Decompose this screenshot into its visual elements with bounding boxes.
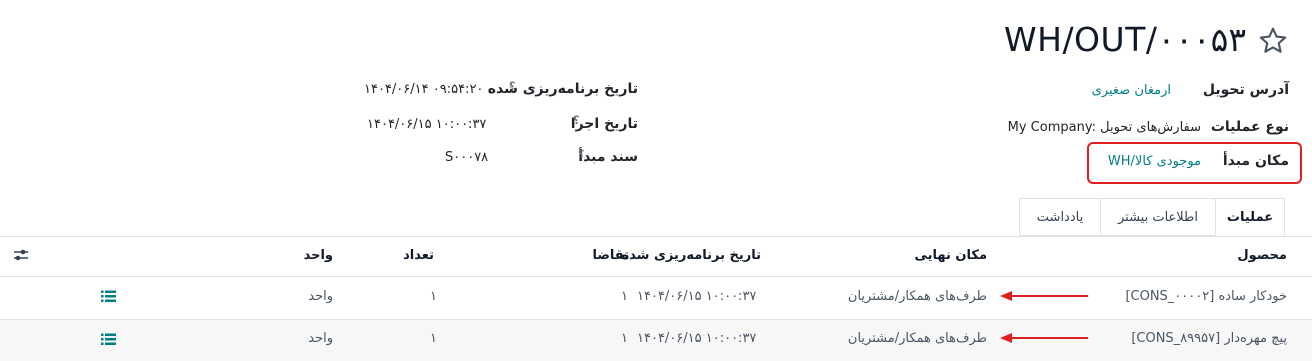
field-value-delivery-address[interactable]: ارمغان صغیری (1092, 83, 1171, 98)
cell-quantity[interactable]: ۱ (430, 331, 437, 346)
tabs-baseline (0, 236, 1312, 237)
field-label-operation-type: نوع عملیات (1210, 119, 1289, 135)
cell-product[interactable]: [CONS_۸۹۹۵۷] پیچ مهره‌دار (1131, 331, 1287, 346)
cell-scheduled-date[interactable]: ۱۴۰۴/۰۶/۱۵ ۱۰:۰۰:۳۷ (637, 289, 756, 304)
help-icon[interactable]: ؟ (573, 114, 579, 127)
field-value-scheduled-date[interactable]: ۱۴۰۴/۰۶/۱۴ ۰۹:۵۴:۲۰ (364, 82, 483, 97)
column-header-quantity[interactable]: تعداد (403, 248, 434, 263)
cell-final-location[interactable]: طرف‌های همکار/مشتریان (848, 331, 987, 346)
column-header-final-location[interactable]: مکان نهایی (915, 248, 988, 263)
list-icon[interactable] (101, 333, 116, 346)
list-icon[interactable] (101, 290, 116, 303)
tab-more-info[interactable]: اطلاعات بیشتر (1100, 198, 1216, 236)
source-location-highlight (1087, 142, 1302, 184)
annotation-arrow (1000, 333, 1088, 343)
cell-quantity[interactable]: ۱ (430, 289, 437, 304)
tab-yaddasht[interactable]: یادداشت (1019, 198, 1101, 236)
cell-scheduled-date[interactable]: ۱۴۰۴/۰۶/۱۵ ۱۰:۰۰:۳۷ (637, 331, 756, 346)
cell-unit[interactable]: واحد (308, 289, 333, 304)
cell-demand[interactable]: ۱ (621, 331, 628, 346)
annotation-arrow (1000, 291, 1088, 301)
column-header-product[interactable]: محصول (1237, 248, 1287, 263)
cell-product[interactable]: [CONS_۰۰۰۰۲] خودکار ساده (1125, 289, 1287, 304)
field-value-operation-type[interactable]: My Company: سفارش‌های تحویل (1008, 120, 1201, 135)
table-header-divider (0, 276, 1312, 277)
help-icon[interactable]: ؟ (509, 80, 515, 93)
field-label-source-document: سند مبدأ (578, 149, 638, 165)
field-label-delivery-address: آدرس تحویل (1202, 82, 1289, 98)
column-header-demand[interactable]: تقاضا (592, 248, 629, 263)
star-icon[interactable] (1257, 25, 1289, 57)
column-header-scheduled-date[interactable]: تاریخ برنامه‌ریزی شده (621, 248, 761, 263)
field-label-effective-date: تاریخ اجرا (570, 116, 638, 132)
column-header-unit[interactable]: واحد (304, 248, 333, 263)
cell-final-location[interactable]: طرف‌های همکار/مشتریان (848, 289, 987, 304)
cell-demand[interactable]: ۱ (621, 289, 628, 304)
sliders-icon[interactable] (13, 248, 29, 262)
record-title: WH/OUT/۰۰۰۵۳ (1004, 20, 1247, 59)
cell-unit[interactable]: واحد (308, 331, 333, 346)
field-value-source-document[interactable]: S۰۰۰۷۸ (445, 150, 488, 165)
help-icon[interactable]: ؟ (578, 148, 584, 161)
tab-operations[interactable]: عملیات (1215, 198, 1285, 236)
field-value-effective-date[interactable]: ۱۴۰۴/۰۶/۱۵ ۱۰:۰۰:۳۷ (367, 117, 486, 132)
